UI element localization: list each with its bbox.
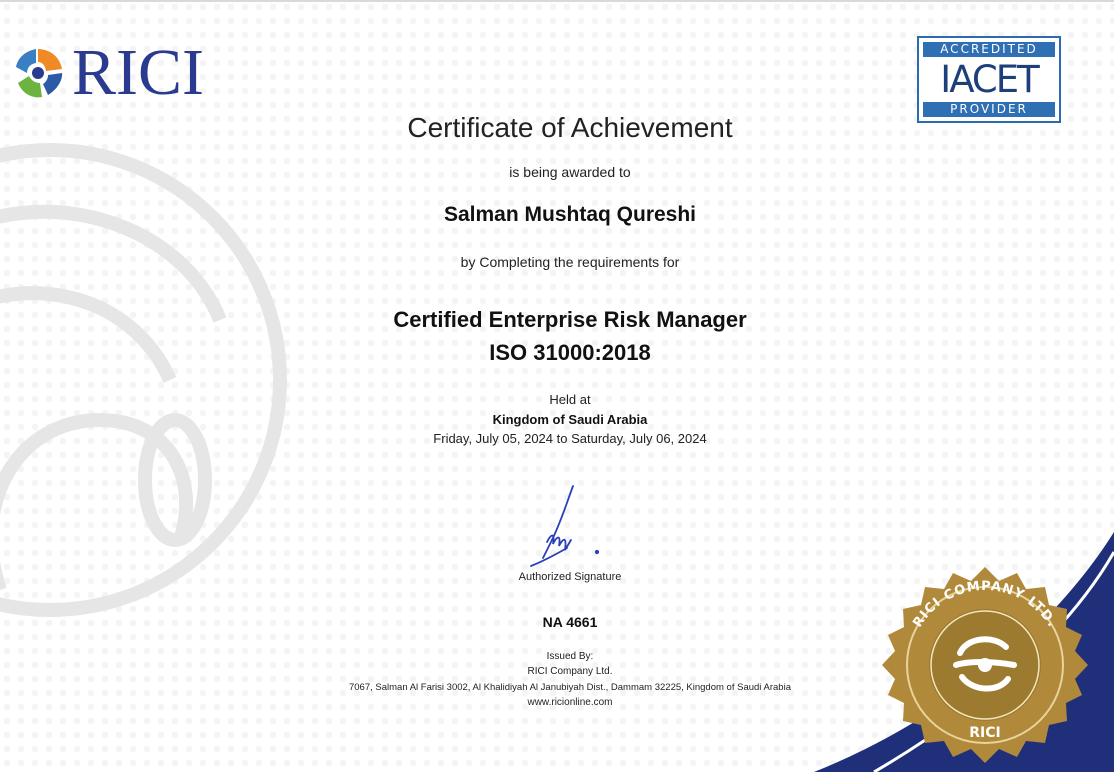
rici-wordmark: RICI xyxy=(72,36,204,109)
venue: Kingdom of Saudi Arabia xyxy=(492,412,648,427)
course-title: Certified Enterprise Risk Manager xyxy=(393,307,747,332)
top-border xyxy=(0,0,1114,2)
background-swirl-watermark xyxy=(0,143,287,617)
iacet-accreditation-badge: ACCREDITED IACET PROVIDER xyxy=(917,36,1061,123)
course-dates: Friday, July 05, 2024 to Saturday, July … xyxy=(433,431,707,446)
recipient-name: Salman Mushtaq Qureshi xyxy=(443,203,697,226)
course-standard: ISO 31000:2018 xyxy=(489,340,651,365)
certificate-title: Certificate of Achievement xyxy=(407,112,733,143)
completing-text: by Completing the requirements for xyxy=(460,254,680,270)
rici-logo: RICI xyxy=(8,40,204,106)
rici-logo-icon xyxy=(11,46,65,100)
iacet-accredited-label: ACCREDITED xyxy=(923,42,1055,57)
rici-seal-icon: RICI COMPANY LTD. RICI xyxy=(882,567,1088,763)
awarded-text: is being awarded to xyxy=(509,164,631,180)
held-at-label: Held at xyxy=(549,392,591,407)
seal-bottom-text: RICI xyxy=(969,725,1000,741)
iacet-logo-text: IACET xyxy=(940,58,1039,101)
signature-image xyxy=(530,485,600,567)
certificate-page: RICI ACCREDITED IACET PROVIDER Certifica… xyxy=(0,0,1114,772)
